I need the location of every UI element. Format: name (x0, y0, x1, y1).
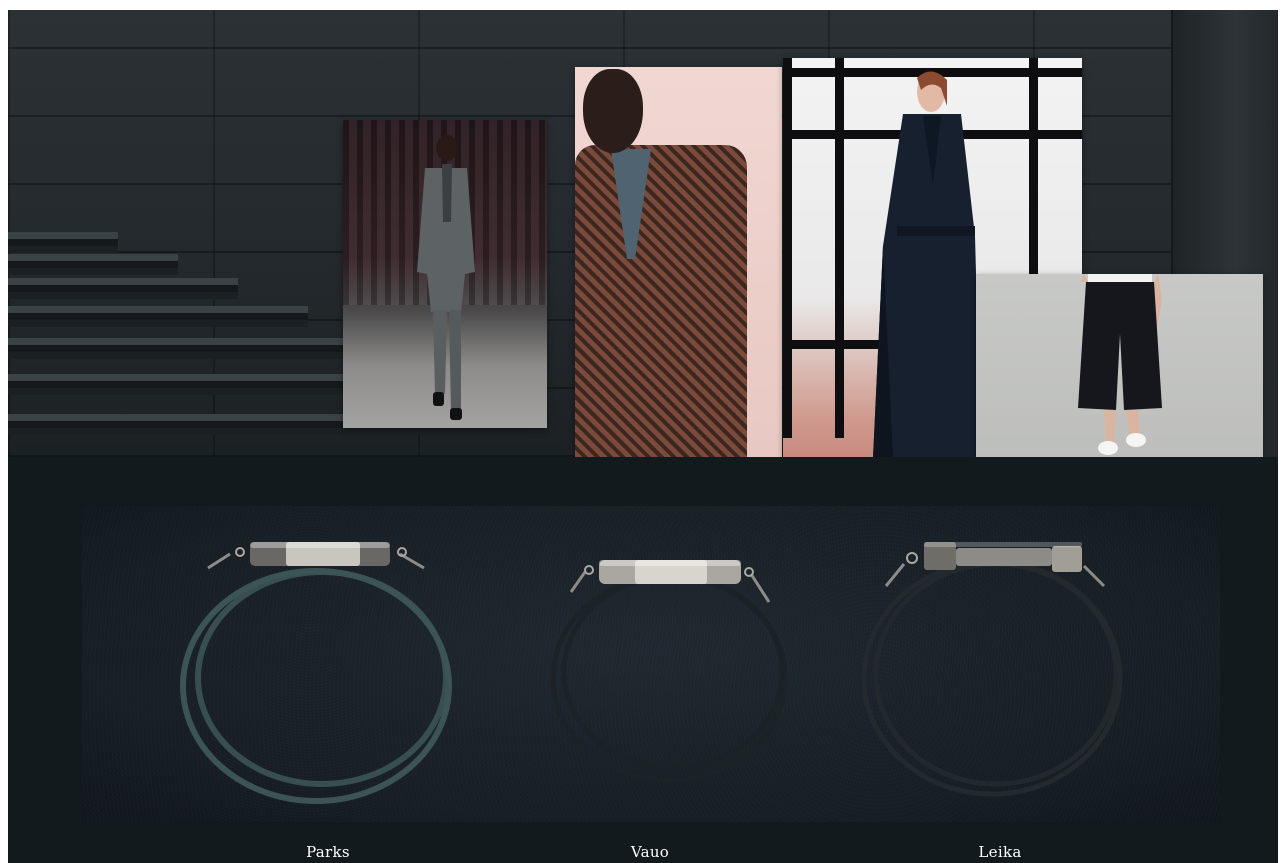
herringbone-coat-photo (575, 67, 782, 457)
bracelet-product-panel (82, 506, 1220, 822)
leather-bracelet-image (550, 560, 788, 783)
lookbook-page: Parks Vauo Leika (8, 10, 1278, 863)
bracelet-caption-leika: Leika (978, 843, 1022, 861)
bracelet-caption-parks: Parks (306, 843, 350, 861)
runway-model-figure (417, 135, 475, 420)
bracelet-parks[interactable] (170, 506, 470, 822)
herringbone-coat (575, 145, 747, 457)
culottes-photo (976, 274, 1263, 457)
black-culottes-figure (1078, 274, 1162, 455)
bracelet-leika[interactable] (852, 506, 1142, 822)
bracelet-caption-vauo: Vauo (630, 843, 670, 861)
leather-bracelet-image (180, 542, 452, 804)
moodboard-collage (8, 10, 1278, 457)
leather-bracelet-image (861, 542, 1123, 797)
model-head (583, 69, 643, 153)
bracelet-vauo[interactable] (537, 506, 807, 822)
runway-suit-photo (343, 120, 547, 428)
